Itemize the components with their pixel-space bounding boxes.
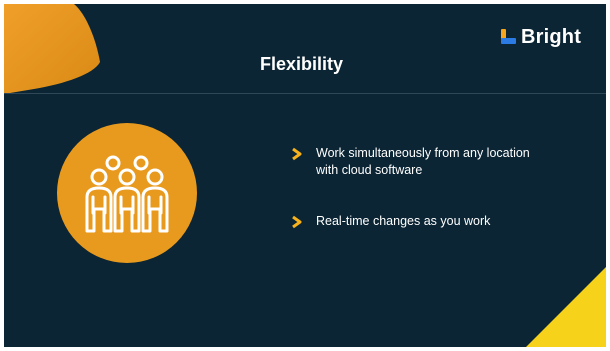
divider — [4, 93, 606, 94]
bullet-text-1: Work simultaneously from any location wi… — [316, 146, 530, 177]
slide: Bright Flexibility Work simultaneously f… — [4, 4, 606, 347]
slide-title: Flexibility — [260, 54, 344, 74]
chevron-right-icon — [292, 147, 302, 161]
decorative-shape-top-left — [4, 4, 100, 94]
chevron-right-icon — [292, 215, 302, 229]
people-group-icon — [85, 155, 169, 233]
bullet-text-2: Real-time changes as you work — [316, 214, 491, 228]
bullet-item-1: Work simultaneously from any location wi… — [290, 145, 530, 179]
bright-logo-icon — [501, 28, 516, 44]
bright-logo: Bright — [501, 26, 581, 49]
people-group-badge — [57, 123, 197, 263]
decorative-triangle-bottom-right — [526, 267, 606, 347]
logo-text: Bright — [521, 26, 582, 48]
bullet-item-2: Real-time changes as you work — [290, 213, 530, 230]
